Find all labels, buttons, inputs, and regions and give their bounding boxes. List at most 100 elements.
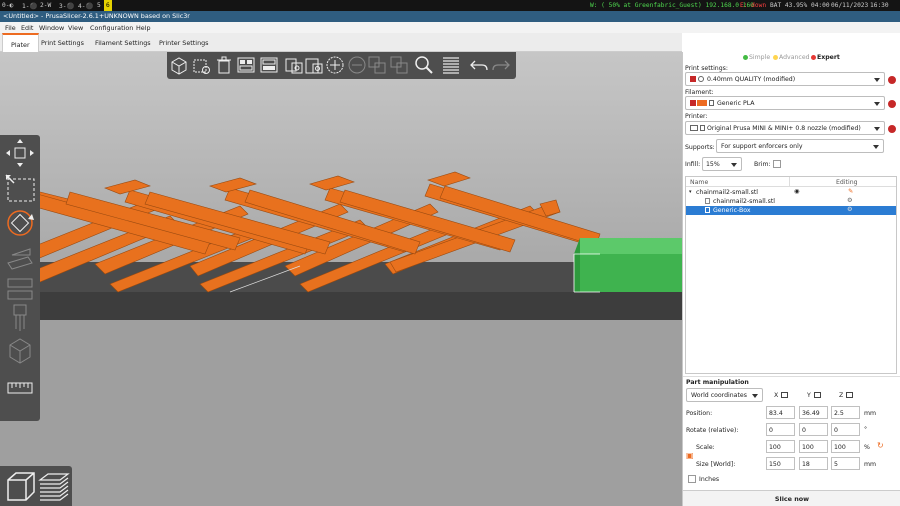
split-parts-icon[interactable]: [389, 55, 409, 75]
expert-dot-icon: [811, 54, 816, 60]
menu-help[interactable]: Help: [136, 24, 151, 32]
part-gear-icon[interactable]: ⚙: [847, 197, 853, 204]
infill-combo[interactable]: 15%: [702, 157, 742, 171]
expand-arrow-icon[interactable]: ▾: [689, 189, 692, 195]
scale-unit: %: [864, 444, 870, 451]
coordinates-combo[interactable]: World coordinates: [686, 388, 763, 402]
filament-combo[interactable]: Generic PLA: [685, 96, 885, 110]
workspace-5[interactable]: 5: [97, 2, 101, 9]
mode-advanced[interactable]: Advanced: [773, 54, 810, 61]
scale-icon[interactable]: [4, 173, 36, 203]
reset-scale-icon[interactable]: ↻: [877, 441, 884, 450]
menu-edit[interactable]: Edit: [21, 24, 33, 32]
modifier-icon: [705, 207, 710, 213]
remove-instance-icon[interactable]: [347, 55, 367, 75]
size-x-input[interactable]: 150: [766, 457, 795, 470]
brim-checkbox[interactable]: [773, 160, 781, 168]
redo-icon[interactable]: [491, 55, 511, 75]
part-manipulation-panel: Part manipulation World coordinates X Y …: [683, 376, 900, 490]
support-painting-icon[interactable]: [4, 303, 36, 333]
print-settings-combo[interactable]: 0.40mm QUALITY (modified): [685, 72, 885, 86]
tab-printer-settings[interactable]: Printer Settings: [159, 39, 209, 47]
tab-print-settings[interactable]: Print Settings: [41, 39, 84, 47]
delete-object-icon[interactable]: [191, 55, 211, 75]
workspace-icon: 0-◐: [2, 1, 14, 9]
menu-view[interactable]: View: [68, 24, 83, 32]
printer-combo[interactable]: Original Prusa MINI & MINI+ 0.8 nozzle (…: [685, 121, 885, 135]
layers-editing-icon[interactable]: [441, 55, 461, 75]
workspace-3[interactable]: 3-⚫: [59, 2, 74, 10]
workspace-2[interactable]: 2-W: [40, 2, 51, 9]
scale-x-input[interactable]: 100: [766, 440, 795, 453]
scale-y-input[interactable]: 100: [799, 440, 828, 453]
model-scene[interactable]: [0, 52, 682, 506]
menu-file[interactable]: File: [5, 24, 16, 32]
rotate-x-input[interactable]: 0: [766, 423, 795, 436]
rotate-y-input[interactable]: 0: [799, 423, 828, 436]
tree-row-selected[interactable]: Generic-Box ⚙: [686, 206, 896, 215]
tree-row[interactable]: chainmail2-small.stl ⚙: [686, 197, 896, 206]
split-objects-icon[interactable]: [367, 55, 387, 75]
slice-now-button[interactable]: Slice now: [683, 490, 900, 506]
size-y-input[interactable]: 18: [799, 457, 828, 470]
delete-all-icon[interactable]: [214, 55, 234, 75]
3d-viewport[interactable]: [0, 52, 682, 506]
inches-checkbox[interactable]: [688, 475, 696, 483]
print-settings-gear-icon[interactable]: [888, 76, 896, 84]
scale-z-input[interactable]: 100: [831, 440, 860, 453]
menu-configuration[interactable]: Configuration: [90, 24, 133, 32]
lock-icon: [700, 125, 705, 131]
tab-filament-settings[interactable]: Filament Settings: [95, 39, 151, 47]
cut-icon[interactable]: [4, 273, 36, 303]
col-editing[interactable]: Editing: [836, 179, 858, 186]
chevron-down-icon: [752, 394, 758, 398]
measure-icon[interactable]: [4, 373, 36, 403]
printer-gear-icon[interactable]: [888, 125, 896, 133]
edit-settings-icon[interactable]: ✎: [848, 188, 853, 195]
move-icon[interactable]: [4, 138, 36, 168]
battery-status: BAT 43.95% 04:00: [770, 1, 830, 9]
generic-box-selected[interactable]: [573, 238, 682, 293]
workspace-4[interactable]: 4-⚫: [78, 2, 93, 10]
place-on-face-icon[interactable]: [4, 243, 36, 273]
tab-plater[interactable]: Plater: [2, 33, 39, 52]
col-name[interactable]: Name: [690, 179, 708, 186]
part-gear-icon[interactable]: ⚙: [847, 206, 853, 213]
workspace-6[interactable]: 6: [104, 0, 112, 11]
instance-paste-icon[interactable]: [304, 55, 324, 75]
axis-x-label: X: [774, 392, 779, 399]
infill-label: Infill:: [685, 161, 701, 168]
add-object-icon[interactable]: [169, 55, 189, 75]
3d-view-icon[interactable]: [4, 470, 36, 502]
seam-painting-icon[interactable]: [4, 335, 36, 365]
add-instance-icon[interactable]: [325, 55, 345, 75]
workspace-1[interactable]: 1-⚫: [22, 2, 37, 10]
arrange-icon[interactable]: [236, 55, 256, 75]
uniform-scale-lock-icon[interactable]: ▣: [686, 451, 694, 460]
tree-row[interactable]: ▾ chainmail2-small.stl ◉ ✎: [686, 188, 896, 197]
mode-expert[interactable]: Expert: [811, 54, 840, 61]
paste-icon[interactable]: [263, 55, 283, 75]
position-z-input[interactable]: 2.5: [831, 406, 860, 419]
menu-window[interactable]: Window: [39, 24, 64, 32]
visibility-eye-icon[interactable]: ◉: [794, 188, 799, 195]
object-list: Name Editing ▾ chainmail2-small.stl ◉ ✎ …: [685, 176, 897, 374]
rotate-icon[interactable]: [4, 208, 36, 238]
size-z-input[interactable]: 5: [831, 457, 860, 470]
clock: 16:30: [870, 1, 889, 9]
size-label: Size [World]:: [696, 461, 736, 468]
supports-combo[interactable]: For support enforcers only: [716, 139, 884, 153]
wifi-status: W: ( 50% at Greenfabric_Guest) 192.168.0…: [590, 1, 754, 9]
filament-gear-icon[interactable]: [888, 100, 896, 108]
rotate-z-input[interactable]: 0: [831, 423, 860, 436]
simple-dot-icon: [743, 54, 748, 60]
preview-layers-icon[interactable]: [38, 470, 70, 502]
instance-copy-icon[interactable]: [284, 55, 304, 75]
printer-label: Printer:: [685, 113, 708, 120]
position-y-input[interactable]: 36.49: [799, 406, 828, 419]
position-x-input[interactable]: 83.4: [766, 406, 795, 419]
undo-icon[interactable]: [469, 55, 489, 75]
chevron-down-icon: [731, 163, 737, 167]
search-icon[interactable]: [414, 55, 434, 75]
mode-simple[interactable]: Simple: [743, 54, 770, 61]
